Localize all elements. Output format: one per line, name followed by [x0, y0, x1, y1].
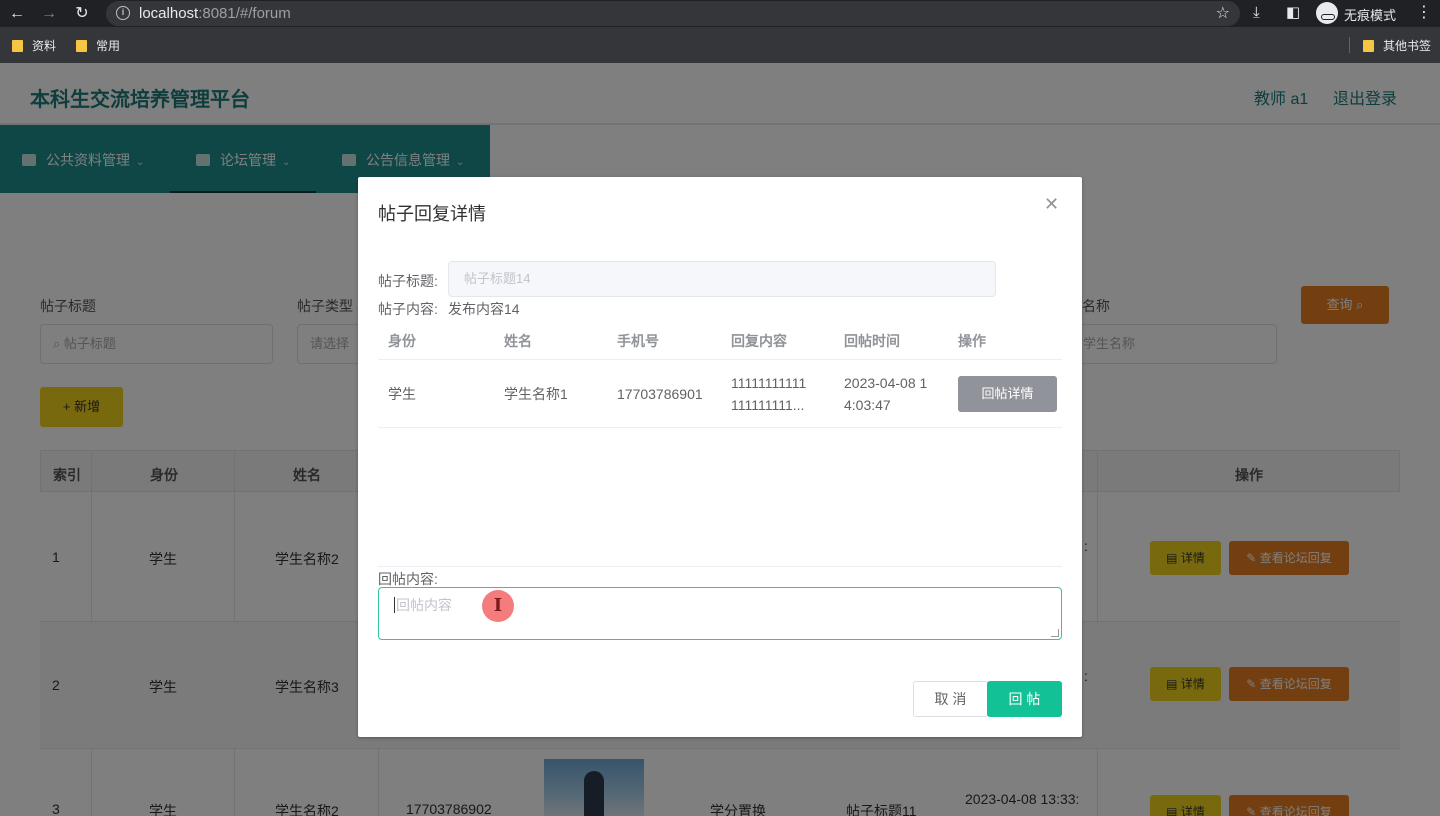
post-content-value: 发布内容14	[448, 301, 520, 317]
reply-content-line1: 11111111111	[731, 375, 807, 391]
reply-detail-button[interactable]: 回帖详情	[958, 376, 1057, 412]
reply-detail-dialog: 帖子回复详情 ✕ 帖子标题: 帖子标题14 帖子内容: 发布内容14 身份 姓名…	[358, 177, 1082, 737]
bookmarks-bar: 资料 常用 其他书签	[0, 27, 1440, 63]
reply-time-line1: 2023-04-08 1	[844, 375, 928, 391]
rth-ops: 操作	[958, 333, 986, 349]
download-icon[interactable]: ⤓	[1253, 3, 1260, 23]
reply-textarea[interactable]: 回帖内容	[378, 587, 1062, 640]
reply-placeholder: 回帖内容	[396, 597, 452, 613]
rth-role: 身份	[388, 333, 416, 349]
reply-content-label: 回帖内容:	[378, 571, 438, 587]
table-bottom-divider	[378, 566, 1062, 567]
rth-name: 姓名	[504, 333, 532, 349]
post-content-label: 帖子内容:	[378, 301, 438, 317]
site-info-icon[interactable]: i	[116, 6, 130, 20]
reply-name: 学生名称1	[504, 386, 568, 402]
submit-reply-button[interactable]: 回 帖	[987, 681, 1062, 717]
reply-table-header: 身份 姓名 手机号 回复内容 回帖时间 操作	[378, 320, 1062, 360]
folder-icon	[76, 40, 87, 52]
resize-handle[interactable]	[1051, 629, 1059, 637]
browser-menu-icon[interactable]: ⋮	[1416, 2, 1432, 22]
reply-role: 学生	[388, 386, 416, 402]
bookmark-star-icon[interactable]: ☆	[1216, 3, 1230, 23]
side-panel-icon[interactable]: ◧	[1286, 3, 1300, 23]
browser-toolbar: ← → ↻ i localhost:8081/#/forum ☆ ⤓ ◧ 无痕模…	[0, 0, 1440, 27]
url-text: localhost:8081/#/forum	[139, 5, 291, 22]
incognito-label: 无痕模式	[1344, 8, 1397, 23]
reply-row: 学生 学生名称1 17703786901 11111111111 1111111…	[378, 360, 1062, 428]
post-title-field: 帖子标题14	[448, 261, 996, 297]
post-title-label: 帖子标题:	[378, 273, 438, 289]
back-icon[interactable]: ←	[6, 3, 28, 25]
incognito-icon[interactable]	[1316, 2, 1338, 24]
rth-phone: 手机号	[617, 333, 659, 349]
bookmark-folder-docs[interactable]: 资料	[12, 37, 56, 54]
cancel-button[interactable]: 取 消	[913, 681, 988, 717]
reply-phone: 17703786901	[617, 386, 703, 402]
rth-content: 回复内容	[731, 333, 787, 349]
bookmarks-divider	[1349, 37, 1350, 53]
bookmark-folder-common[interactable]: 常用	[76, 37, 120, 54]
folder-icon	[1363, 40, 1374, 52]
text-cursor-icon: I	[482, 590, 514, 622]
reply-time-line2: 4:03:47	[844, 397, 891, 413]
forward-icon[interactable]: →	[38, 3, 60, 25]
reply-content-line2: 111111111...	[731, 397, 805, 413]
bookmark-folder-other[interactable]: 其他书签	[1363, 37, 1431, 54]
dialog-title: 帖子回复详情	[378, 204, 486, 224]
folder-icon	[12, 40, 23, 52]
text-caret	[394, 597, 395, 613]
reload-icon[interactable]: ↻	[71, 3, 93, 25]
close-icon[interactable]: ✕	[1044, 194, 1059, 215]
address-bar[interactable]: i localhost:8081/#/forum ☆	[106, 1, 1240, 26]
rth-time: 回帖时间	[844, 333, 900, 349]
